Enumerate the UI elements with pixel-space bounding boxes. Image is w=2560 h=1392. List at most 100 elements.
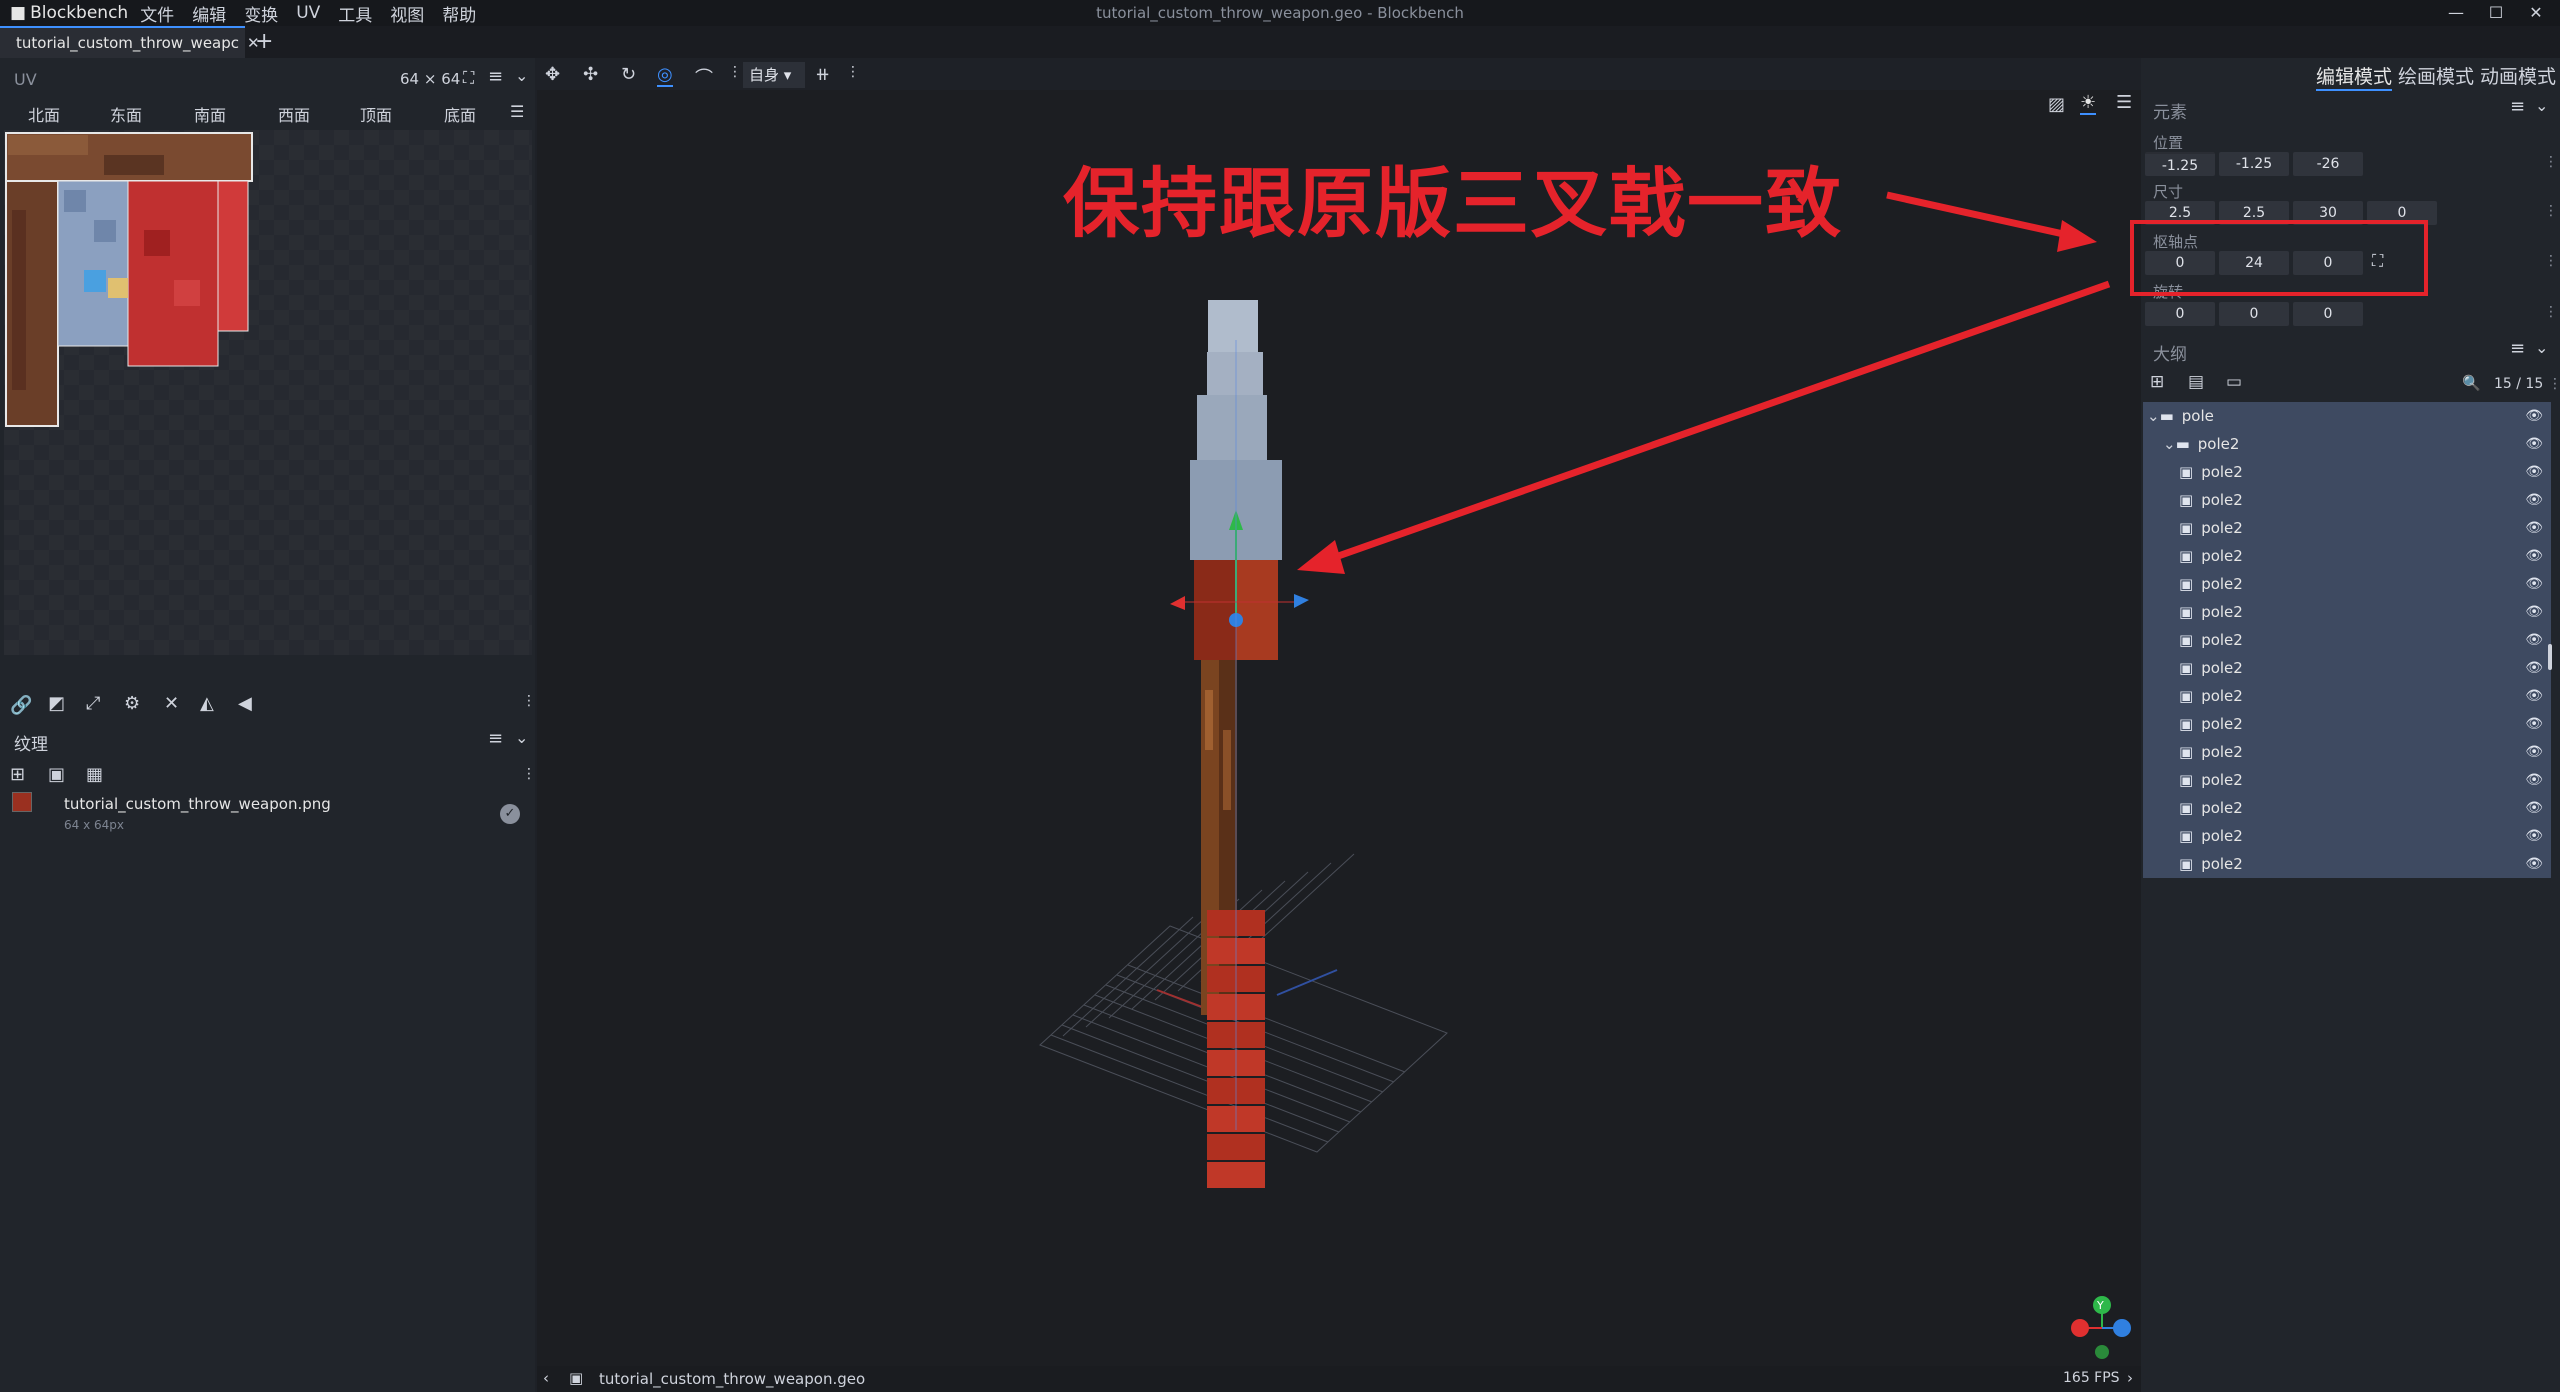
outline-cube-row[interactable]: ▣ pole2 👁 (2143, 850, 2551, 878)
face-west[interactable]: 西面 (278, 102, 310, 126)
add-cube-icon[interactable]: ⊞ (2150, 372, 2164, 392)
outline-group-row[interactable]: ⌄ ▬ pole 👁 (2143, 402, 2551, 430)
size-more-icon[interactable]: ⋮ (2544, 203, 2558, 219)
menu-view[interactable]: 视图 (390, 1, 424, 26)
outline-cube-row[interactable]: ▣ pole2 👁 (2143, 458, 2551, 486)
expand-chevron-icon[interactable]: ⌄ (2163, 435, 2176, 453)
outline-cube-row[interactable]: ▣ pole2 👁 (2143, 794, 2551, 822)
vertex-snap-icon[interactable]: ⌒ (695, 64, 713, 90)
face-options-icon[interactable]: ☰ (510, 102, 524, 121)
outline-cube-row[interactable]: ▣ pole2 👁 (2143, 682, 2551, 710)
rotation-y-input[interactable]: 0 (2219, 302, 2289, 326)
visibility-eye-icon[interactable]: 👁 (2525, 688, 2543, 704)
status-next-icon[interactable]: › (2127, 1369, 2133, 1387)
outline-cube-row[interactable]: ▣ pole2 👁 (2143, 710, 2551, 738)
menu-transform[interactable]: 变换 (244, 1, 278, 26)
face-north[interactable]: 北面 (28, 102, 60, 126)
visibility-eye-icon[interactable]: 👁 (2525, 632, 2543, 648)
texture-saved-check-icon[interactable]: ✓ (500, 804, 520, 824)
outline-scrollbar[interactable] (2548, 644, 2552, 670)
visibility-eye-icon[interactable]: 👁 (2525, 576, 2543, 592)
expand-chevron-icon[interactable]: ⌄ (2147, 407, 2160, 425)
visibility-eye-icon[interactable]: 👁 (2525, 492, 2543, 508)
texture-thumbnail[interactable] (12, 792, 32, 812)
face-up[interactable]: 顶面 (360, 102, 392, 126)
minimize-button[interactable]: — (2438, 0, 2474, 26)
mirror-modeling-icon[interactable]: ⧺ (815, 64, 830, 85)
visibility-eye-icon[interactable]: 👁 (2525, 800, 2543, 816)
menu-edit[interactable]: 编辑 (192, 1, 226, 26)
outline-panel-chevron-icon[interactable]: ⌄ (2535, 338, 2548, 357)
position-x-input[interactable]: -1.25 (2145, 152, 2215, 176)
uv-size[interactable]: 64 × 64 (400, 70, 460, 88)
maximize-button[interactable]: ☐ (2478, 0, 2514, 26)
menu-uv[interactable]: UV (296, 3, 320, 23)
move-tool-icon[interactable]: ✥ (545, 64, 560, 85)
rotation-x-input[interactable]: 0 (2145, 302, 2215, 326)
outline-cube-row[interactable]: ▣ pole2 👁 (2143, 514, 2551, 542)
link-icon[interactable]: 🔗 (10, 695, 32, 716)
new-tab-button[interactable]: + (255, 29, 273, 54)
texture-panel-menu-icon[interactable]: ≡ (488, 728, 503, 749)
3d-viewport[interactable]: Y (537, 90, 2141, 1366)
outline-panel-menu-icon[interactable]: ≡ (2510, 338, 2525, 359)
visibility-eye-icon[interactable]: 👁 (2525, 408, 2543, 424)
face-down[interactable]: 底面 (444, 102, 476, 126)
chevron-down-icon[interactable]: ⌄ (515, 66, 528, 85)
viewport-menu-icon[interactable]: ☰ (2116, 92, 2132, 113)
outline-cube-row[interactable]: ▣ pole2 👁 (2143, 822, 2551, 850)
menu-file[interactable]: 文件 (140, 1, 174, 26)
outline-cube-row[interactable]: ▣ pole2 👁 (2143, 626, 2551, 654)
rotation-more-icon[interactable]: ⋮ (2544, 304, 2558, 320)
close-window-button[interactable]: ✕ (2518, 0, 2554, 26)
face-south[interactable]: 南面 (194, 102, 226, 126)
position-y-input[interactable]: -1.25 (2219, 152, 2289, 176)
visibility-eye-icon[interactable]: 👁 (2525, 520, 2543, 536)
outline-more-icon[interactable]: ⋮ (2548, 376, 2560, 392)
visibility-eye-icon[interactable]: 👁 (2525, 464, 2543, 480)
element-panel-chevron-icon[interactable]: ⌄ (2535, 96, 2548, 115)
position-z-input[interactable]: -26 (2293, 152, 2363, 176)
visibility-eye-icon[interactable]: 👁 (2525, 660, 2543, 676)
outline-group-row[interactable]: ⌄ ▬ pole2 👁 (2143, 430, 2551, 458)
clear-icon[interactable]: ✕ (164, 693, 179, 714)
texture-more-icon[interactable]: ⋮ (522, 766, 536, 782)
uv-editor[interactable] (4, 130, 532, 655)
tab-project[interactable]: tutorial_custom_throw_weapc ✕ (0, 26, 260, 58)
outline-cube-row[interactable]: ▣ pole2 👁 (2143, 654, 2551, 682)
pivot-more-icon[interactable]: ⋮ (2544, 253, 2558, 269)
import-texture-icon[interactable]: ▣ (48, 764, 65, 785)
outline-cube-row[interactable]: ▣ pole2 👁 (2143, 598, 2551, 626)
maximize-uv-icon[interactable]: ⤢ (86, 693, 100, 714)
status-file-name[interactable]: tutorial_custom_throw_weapon.geo (599, 1370, 865, 1388)
visibility-eye-icon[interactable]: 👁 (2525, 548, 2543, 564)
texture-chevron-icon[interactable]: ⌄ (515, 728, 528, 747)
rotate-tool-icon[interactable]: ↻ (621, 64, 636, 85)
panel-menu-icon[interactable]: ≡ (488, 66, 503, 87)
mode-edit[interactable]: 编辑模式 (2316, 62, 2393, 91)
visibility-eye-icon[interactable]: 👁 (2525, 772, 2543, 788)
visibility-eye-icon[interactable]: 👁 (2525, 436, 2543, 452)
outline-search-icon[interactable]: 🔍 (2462, 374, 2481, 392)
visibility-eye-icon[interactable]: 👁 (2525, 856, 2543, 872)
transform-space-select[interactable]: 自身 ▾ (743, 62, 805, 88)
visibility-eye-icon[interactable]: 👁 (2525, 744, 2543, 760)
mode-animate[interactable]: 动画模式 (2480, 62, 2556, 89)
texture-file-name[interactable]: tutorial_custom_throw_weapon.png (64, 795, 331, 813)
status-prev-icon[interactable]: ‹ (543, 1369, 549, 1387)
visibility-eye-icon[interactable]: 👁 (2525, 828, 2543, 844)
texture-grid-icon[interactable]: ▦ (86, 764, 103, 785)
outline-cube-row[interactable]: ▣ pole2 👁 (2143, 570, 2551, 598)
outline-cube-row[interactable]: ▣ pole2 👁 (2143, 738, 2551, 766)
settings-icon[interactable]: ⚙ (124, 693, 140, 714)
position-more-icon[interactable]: ⋮ (2544, 154, 2558, 170)
outline-cube-row[interactable]: ▣ pole2 👁 (2143, 766, 2551, 794)
menu-tools[interactable]: 工具 (338, 1, 372, 26)
fullscreen-icon[interactable]: ⛶ (463, 68, 474, 88)
pivot-tool-icon[interactable]: ◎ (657, 64, 673, 87)
outline-cube-row[interactable]: ▣ pole2 👁 (2143, 542, 2551, 570)
lighting-icon[interactable]: ☀ (2080, 92, 2097, 115)
add-texture-icon[interactable]: ⊞ (10, 764, 25, 785)
visibility-eye-icon[interactable]: 👁 (2525, 716, 2543, 732)
toolbar-more-icon[interactable]: ⋮ (846, 64, 860, 80)
